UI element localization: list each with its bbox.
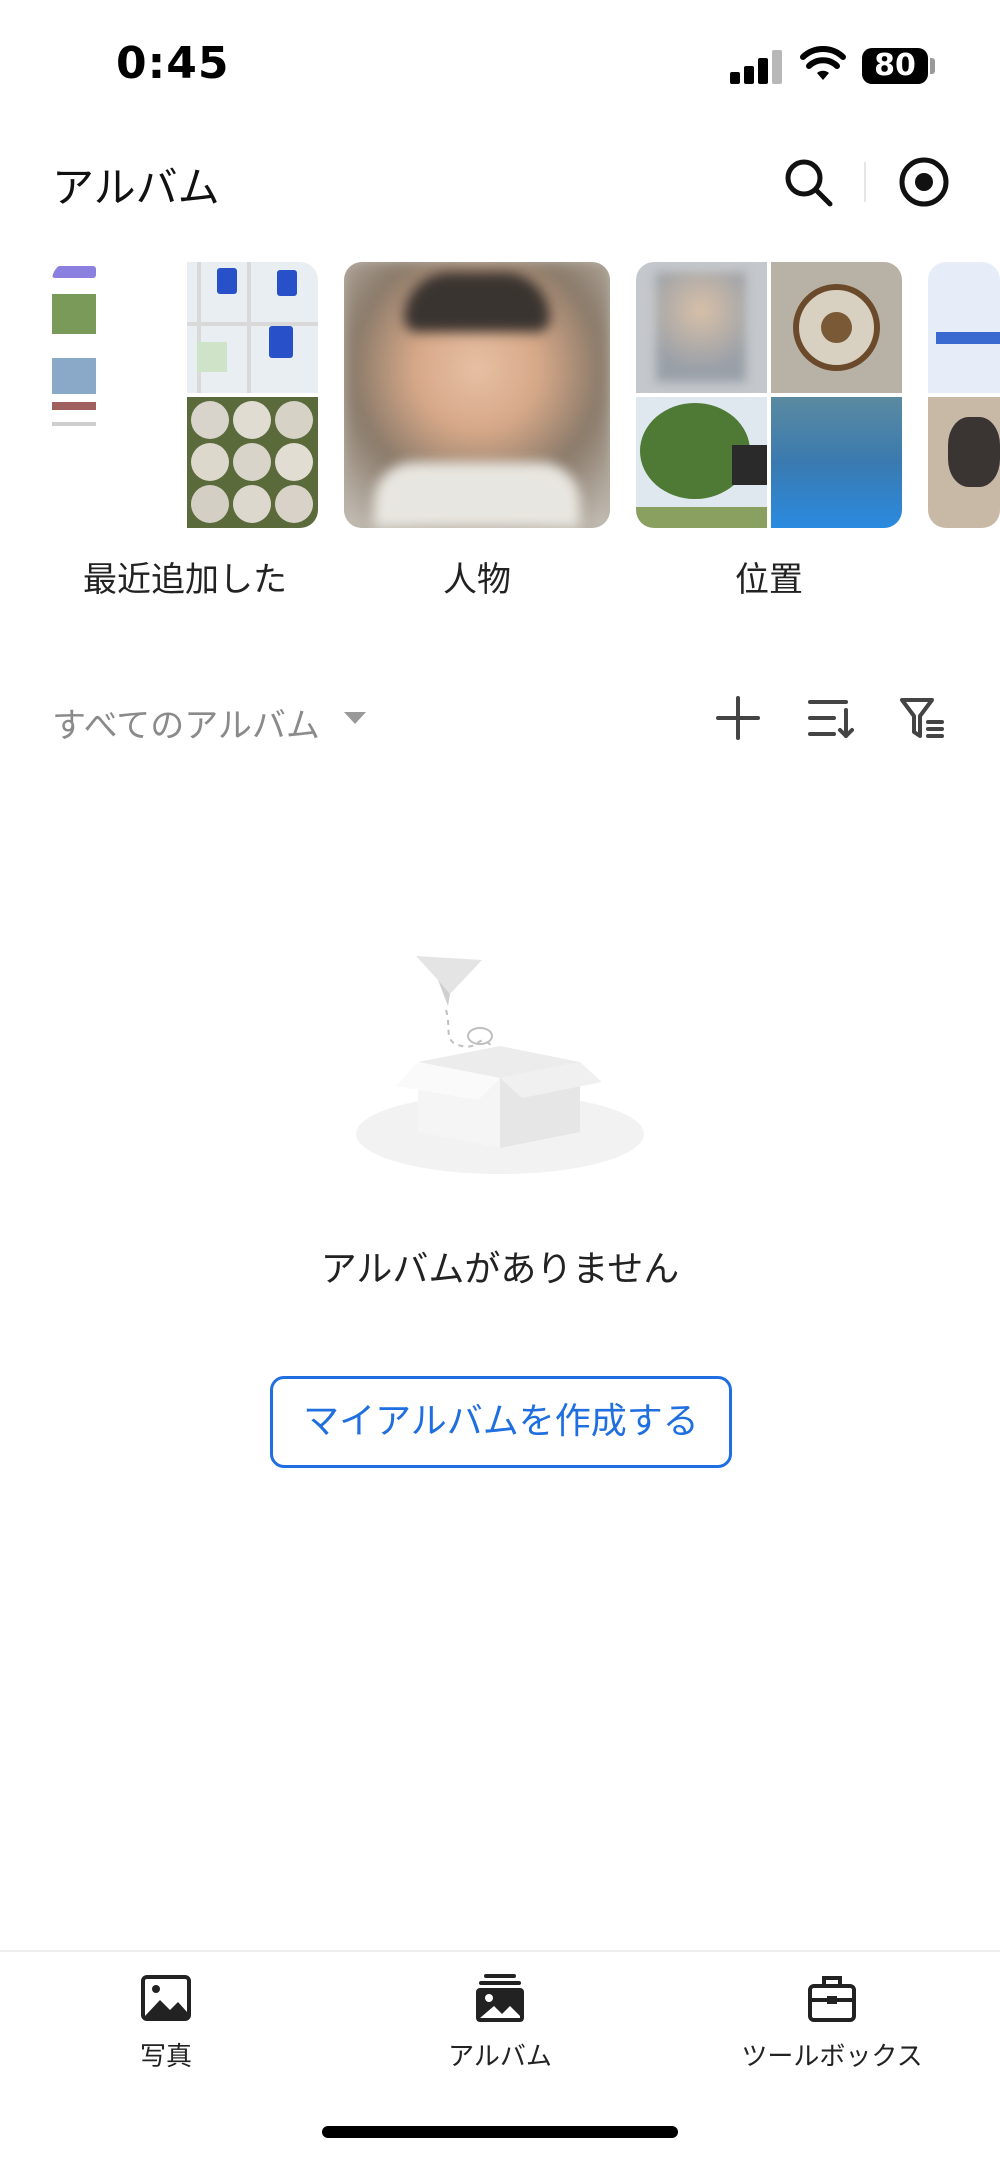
album-label-recent: 最近追加した <box>83 560 287 600</box>
thumbnail-screenshot <box>52 262 183 528</box>
create-album-button[interactable]: マイアルバムを作成する <box>270 1376 732 1468</box>
status-time: 0:45 <box>116 38 230 89</box>
thumbnail-photo-grid <box>187 397 318 528</box>
wifi-icon <box>800 46 846 80</box>
all-albums-dropdown[interactable]: すべてのアルバム <box>52 698 320 747</box>
photo-icon <box>141 1975 191 2021</box>
thumbnail-blurred-person <box>636 262 767 393</box>
header-divider <box>864 162 866 202</box>
album-thumbnail-people <box>344 262 610 528</box>
album-thumbnail-grid <box>52 262 318 528</box>
empty-state-message: アルバムがありません <box>320 1249 680 1290</box>
thumbnail-app-screen <box>928 262 1000 393</box>
album-label-people: 人物 <box>443 560 511 600</box>
tab-albums-label: アルバム <box>448 2042 552 2072</box>
add-icon[interactable] <box>714 694 762 742</box>
thumbnail-tree <box>636 397 767 528</box>
tab-toolbox[interactable]: ツールボックス <box>712 1972 952 2092</box>
thumbnail-cat <box>928 397 1000 528</box>
album-card-recent[interactable]: 最近追加した <box>52 262 318 600</box>
sort-icon[interactable] <box>806 694 854 742</box>
caret-down-icon[interactable] <box>344 712 366 724</box>
album-card-places[interactable]: 位置 <box>636 262 902 600</box>
album-label-places: 位置 <box>735 560 803 600</box>
home-indicator <box>322 2126 678 2138</box>
search-icon[interactable] <box>780 154 836 210</box>
album-card-people[interactable]: 人物 <box>344 262 610 600</box>
tab-photos-label: 写真 <box>139 2042 192 2072</box>
filter-icon[interactable] <box>898 694 946 742</box>
tab-albums[interactable]: アルバム <box>380 1972 620 2092</box>
battery-indicator: 80 <box>862 48 928 84</box>
thumbnail-water <box>771 397 902 528</box>
target-icon[interactable] <box>896 154 952 210</box>
toolbox-icon <box>808 1976 856 2022</box>
page-title: アルバム <box>52 163 220 212</box>
tab-photos[interactable]: 写真 <box>46 1972 286 2092</box>
albums-icon <box>476 1974 524 2022</box>
status-bar: 0:45 80 <box>0 0 1000 130</box>
thumbnail-dome <box>771 262 902 393</box>
thumbnail-map <box>187 262 318 393</box>
album-card-partial[interactable] <box>928 262 1000 528</box>
tab-toolbox-label: ツールボックス <box>741 2042 923 2072</box>
featured-albums-carousel[interactable]: 最近追加した 人物 位置 <box>0 262 1000 602</box>
battery-tip <box>930 58 935 74</box>
empty-box-illustration <box>356 956 644 1174</box>
album-thumbnail-grid-partial <box>928 262 1000 528</box>
album-thumbnail-grid-places <box>636 262 902 528</box>
cellular-signal-icon <box>730 48 782 84</box>
